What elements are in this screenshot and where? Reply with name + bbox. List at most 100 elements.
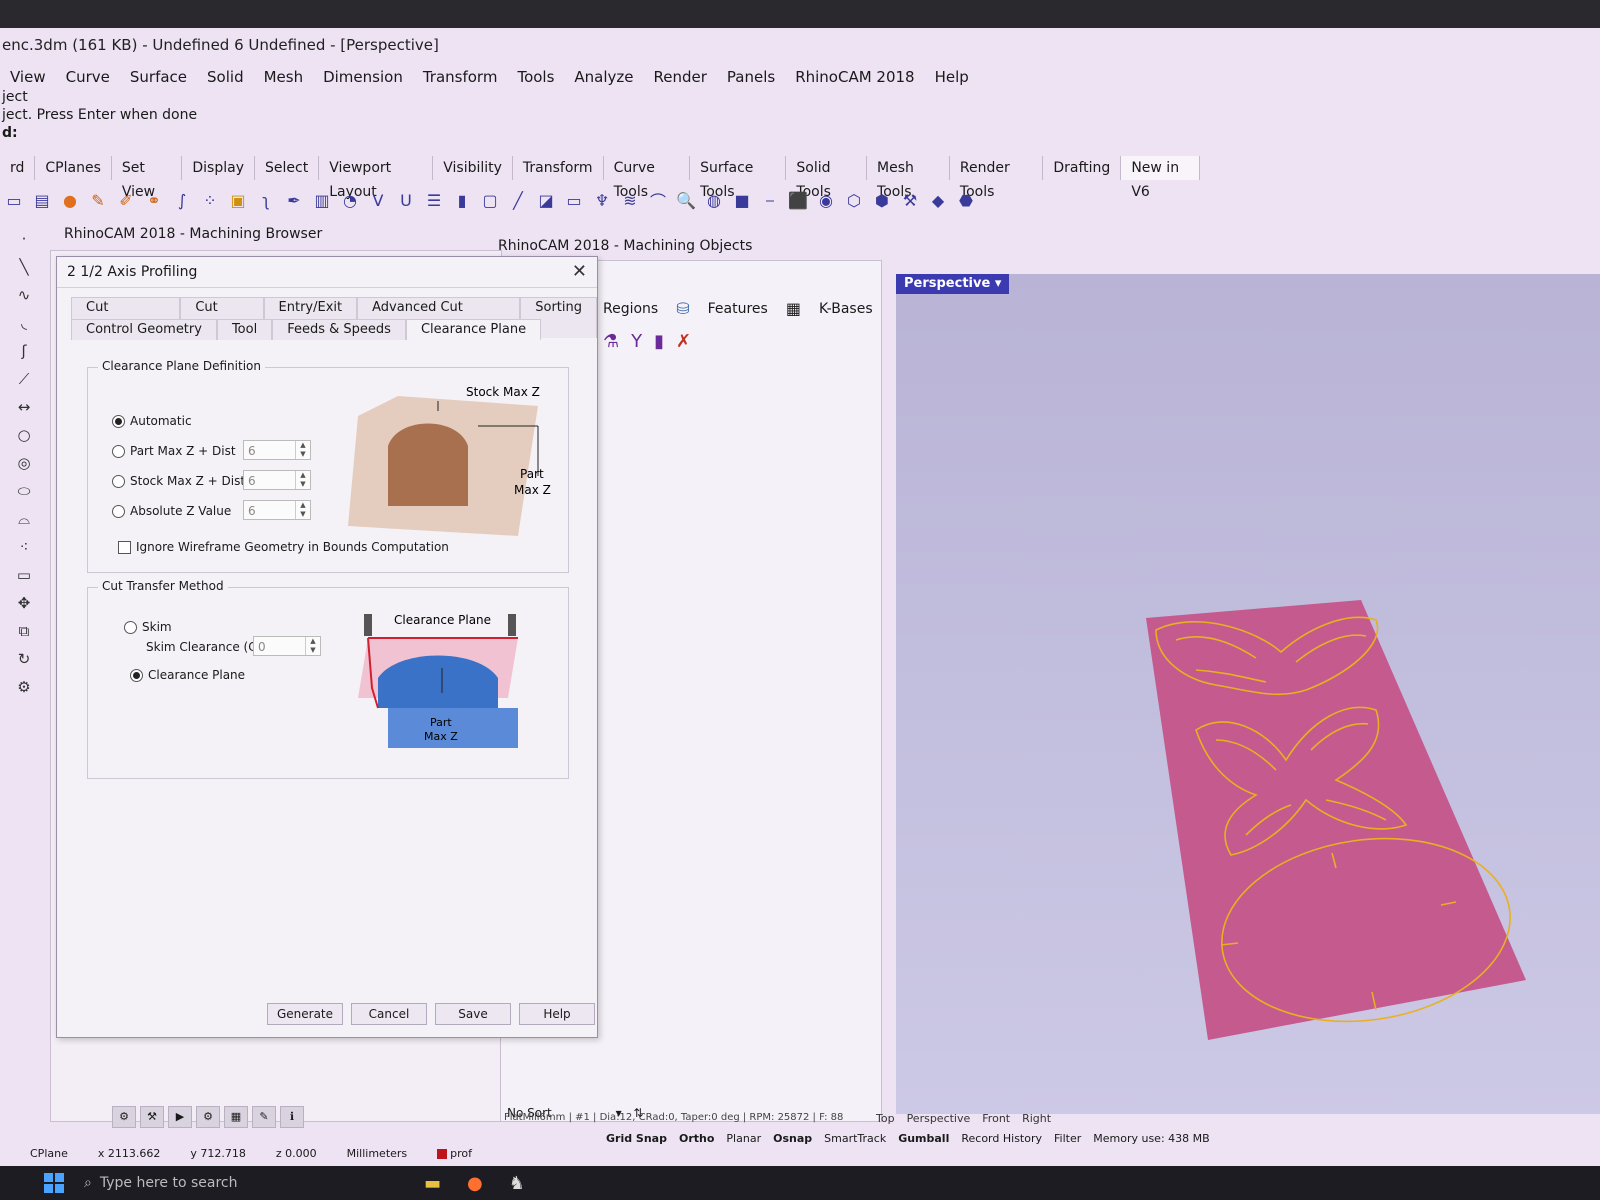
zoom-icon[interactable]: 🔍 (674, 188, 698, 212)
absolute-z-stepper[interactable]: 6 ▲ ▼ (243, 500, 311, 520)
rhino-icon[interactable]: ♞ (509, 1173, 525, 1194)
menu-surface[interactable]: Surface (120, 64, 197, 90)
tab-solid-tools[interactable]: Solid Tools (786, 156, 868, 200)
tab-tool[interactable]: Tool (216, 319, 273, 340)
circle-center-icon[interactable]: ◎ (12, 452, 36, 474)
viewport-label[interactable]: Perspective ▾ (896, 274, 1010, 294)
view-tab-top[interactable]: Top (876, 1112, 895, 1125)
tool-icon[interactable]: ⚙ (196, 1106, 220, 1128)
menu-view[interactable]: View (0, 64, 56, 90)
curve-icon[interactable]: ∿ (12, 284, 36, 306)
stock-dist-stepper[interactable]: 6 ▲ ▼ (243, 470, 311, 490)
perspective-viewport[interactable]: Perspective ▾ (896, 274, 1600, 1114)
tab-feeds-speeds[interactable]: Feeds & Speeds (272, 319, 406, 340)
part-dist-stepper[interactable]: 6 ▲ ▼ (243, 440, 311, 460)
tab-clearance-plane[interactable]: Clearance Plane (405, 319, 542, 340)
filter-toggle[interactable]: Filter (1054, 1132, 1081, 1145)
menu-analyze[interactable]: Analyze (564, 64, 643, 90)
tab-drafting[interactable]: Drafting (1043, 156, 1122, 180)
radio-part-max-z[interactable]: Part Max Z + Dist (112, 444, 236, 458)
brush-icon[interactable]: ✐ (114, 188, 138, 212)
windows-start-icon[interactable] (44, 1173, 64, 1193)
align-icon[interactable]: ☰ (422, 188, 446, 212)
firefox-icon[interactable]: ● (467, 1173, 483, 1194)
u-curve-icon[interactable]: U (394, 188, 418, 212)
menu-dimension[interactable]: Dimension (313, 64, 413, 90)
menu-rhinocam[interactable]: RhinoCAM 2018 (785, 64, 924, 90)
tab-k-bases[interactable]: K-Bases (819, 301, 873, 317)
freeform-icon[interactable]: ʃ (12, 340, 36, 362)
tab-mesh-tools[interactable]: Mesh Tools (867, 156, 950, 200)
menu-solid[interactable]: Solid (197, 64, 254, 90)
units-label[interactable]: Millimeters (347, 1144, 408, 1164)
fence-icon[interactable]: ▥ (310, 188, 334, 212)
radio-absolute-z[interactable]: Absolute Z Value (112, 504, 231, 518)
tab-features[interactable]: Features (708, 301, 768, 317)
v-curve-icon[interactable]: V (366, 188, 390, 212)
stepper-arrows-icon[interactable]: ▲ ▼ (305, 637, 320, 655)
tab-set-view[interactable]: Set View (112, 156, 183, 200)
record-history-toggle[interactable]: Record History (961, 1132, 1042, 1145)
lasso-icon[interactable]: ⌓ (12, 508, 36, 530)
open-file-icon[interactable]: ▤ (30, 188, 54, 212)
smarttrack-toggle[interactable]: SmartTrack (824, 1132, 886, 1145)
radio-stock-max-z[interactable]: Stock Max Z + Dist (112, 474, 245, 488)
radio-clearance-plane[interactable]: Clearance Plane (130, 668, 245, 682)
tab-select[interactable]: Select (255, 156, 320, 180)
box-icon[interactable]: ▣ (226, 188, 250, 212)
ellipse-icon[interactable]: ⬭ (12, 480, 36, 502)
stepper-arrows-icon[interactable]: ▲ ▼ (295, 441, 310, 459)
radio-skim[interactable]: Skim (124, 620, 172, 634)
menu-tools[interactable]: Tools (507, 64, 564, 90)
cancel-button[interactable]: Cancel (351, 1003, 427, 1025)
stock-icon[interactable]: ▦ (224, 1106, 248, 1128)
frame-icon[interactable]: ▢ (478, 188, 502, 212)
polyline-icon[interactable]: ╲ (12, 256, 36, 278)
tab-surface-tools[interactable]: Surface Tools (690, 156, 787, 200)
help-button[interactable]: Help (519, 1003, 595, 1025)
current-layer[interactable]: prof (437, 1144, 472, 1164)
menu-panels[interactable]: Panels (717, 64, 785, 90)
shape-icon[interactable]: ◆ (926, 188, 950, 212)
point-icon[interactable]: · (12, 228, 36, 250)
tab-curve-tools[interactable]: Curve Tools (604, 156, 691, 200)
tab-viewport-layout[interactable]: Viewport Layout (319, 156, 434, 200)
radio-automatic[interactable]: Automatic (112, 414, 192, 428)
barrel-icon[interactable]: ⬣ (954, 188, 978, 212)
gumball-toggle[interactable]: Gumball (898, 1132, 949, 1145)
hexagon-solid-icon[interactable]: ⬢ (870, 188, 894, 212)
skim-clearance-stepper[interactable]: 0 ▲ ▼ (253, 636, 321, 656)
tool-delete-icon[interactable]: ✗ (676, 331, 691, 352)
menu-render[interactable]: Render (644, 64, 717, 90)
rotate-icon[interactable]: ↻ (12, 648, 36, 670)
osnap-toggle[interactable]: Osnap (773, 1132, 812, 1145)
curve-tool-icon[interactable]: ∫ (170, 188, 194, 212)
arc-tool-icon[interactable]: ◟ (12, 312, 36, 334)
page-icon[interactable]: ◪ (534, 188, 558, 212)
menu-help[interactable]: Help (925, 64, 979, 90)
cplane-label[interactable]: CPlane (30, 1144, 68, 1164)
pen-icon[interactable]: ✒ (282, 188, 306, 212)
new-file-icon[interactable]: ▭ (2, 188, 26, 212)
save-button[interactable]: Save (435, 1003, 511, 1025)
stepper-arrows-icon[interactable]: ▲ ▼ (295, 501, 310, 519)
line-tool-icon[interactable]: ⟋ (12, 368, 36, 390)
tab-render-tools[interactable]: Render Tools (950, 156, 1044, 200)
planar-toggle[interactable]: Planar (726, 1132, 761, 1145)
dimension-icon[interactable]: ↔ (12, 396, 36, 418)
menu-curve[interactable]: Curve (56, 64, 120, 90)
dial-icon[interactable]: ◍ (702, 188, 726, 212)
render-sphere-icon[interactable]: ● (58, 188, 82, 212)
menu-mesh[interactable]: Mesh (254, 64, 314, 90)
view-tab-perspective[interactable]: Perspective (907, 1112, 971, 1125)
generate-button[interactable]: Generate (267, 1003, 343, 1025)
cube-icon[interactable]: ⬛ (786, 188, 810, 212)
tab-regions[interactable]: Regions (603, 301, 658, 317)
info-icon[interactable]: ℹ (280, 1106, 304, 1128)
ruler-icon[interactable]: ⎯ (758, 188, 782, 212)
command-prompt[interactable]: d: (0, 124, 1600, 142)
wrench-icon[interactable]: ⚒ (898, 188, 922, 212)
tab-control-geometry[interactable]: Control Geometry (71, 319, 217, 340)
bars-icon[interactable]: ▮ (450, 188, 474, 212)
arc-icon[interactable]: ⌒ (646, 188, 670, 212)
